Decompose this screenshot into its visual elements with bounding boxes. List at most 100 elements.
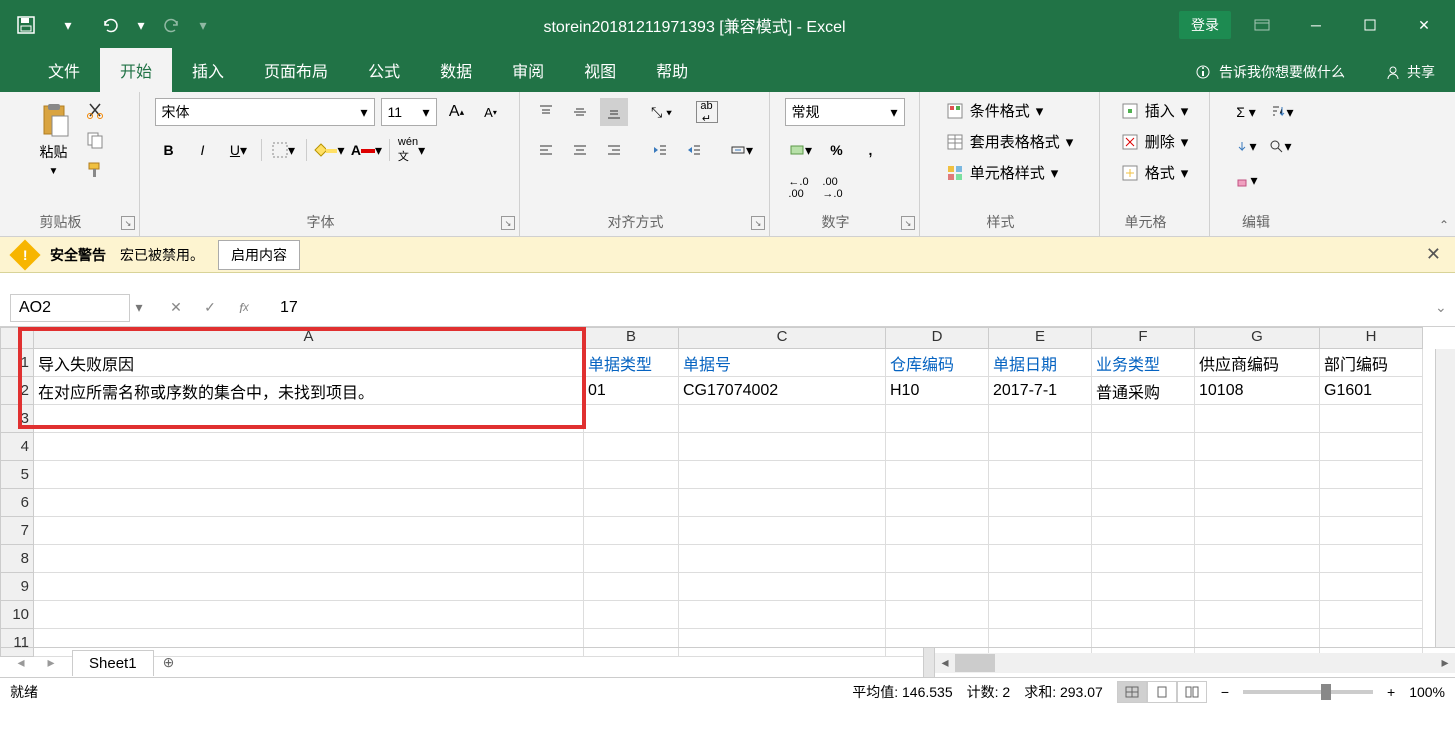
column-header[interactable]: G (1195, 327, 1320, 349)
cell[interactable] (989, 433, 1092, 461)
name-box-dropdown-icon[interactable]: ▾ (130, 299, 148, 316)
increase-indent-icon[interactable] (680, 136, 708, 164)
cell[interactable] (34, 573, 584, 601)
cell[interactable] (679, 433, 886, 461)
collapse-ribbon-icon[interactable]: ⌃ (1439, 218, 1449, 232)
sheet-nav-prev-icon[interactable]: ◂ (8, 652, 34, 674)
tab-审阅[interactable]: 审阅 (492, 48, 564, 92)
cell[interactable] (679, 489, 886, 517)
cell[interactable] (1320, 461, 1423, 489)
share-button[interactable]: 共享 (1365, 52, 1455, 92)
cell[interactable] (989, 489, 1092, 517)
enter-formula-icon[interactable]: ✓ (198, 296, 222, 320)
horizontal-scrollbar[interactable]: ◂▸ (935, 653, 1455, 673)
cell[interactable] (989, 517, 1092, 545)
row-header[interactable]: 9 (0, 573, 34, 601)
cell[interactable] (34, 405, 584, 433)
align-middle-icon[interactable] (566, 98, 594, 126)
cell[interactable] (584, 517, 679, 545)
format-cells-button[interactable]: 格式 ▾ (1117, 160, 1193, 185)
cell[interactable] (679, 573, 886, 601)
cell[interactable] (1195, 461, 1320, 489)
cell[interactable] (1092, 489, 1195, 517)
increase-decimal-icon[interactable]: ←.0.00 (785, 174, 813, 202)
align-top-icon[interactable] (532, 98, 560, 126)
format-painter-icon[interactable] (82, 158, 108, 182)
autosum-icon[interactable]: Σ ▾ (1232, 98, 1260, 126)
qat-dropdown-icon[interactable]: ▾ (50, 10, 86, 40)
column-header[interactable]: A (34, 327, 584, 349)
cell[interactable] (679, 545, 886, 573)
format-as-table-button[interactable]: 套用表格格式 ▾ (942, 129, 1078, 154)
dialog-launcher-icon[interactable]: ↘ (121, 216, 135, 230)
find-select-icon[interactable]: ▾ (1266, 132, 1294, 160)
cell[interactable] (886, 601, 989, 629)
cell[interactable] (1320, 489, 1423, 517)
column-header[interactable]: E (989, 327, 1092, 349)
cell[interactable] (34, 601, 584, 629)
row-header[interactable]: 2 (0, 377, 34, 405)
shrink-font-icon[interactable]: A▾ (477, 98, 505, 126)
align-left-icon[interactable] (532, 136, 560, 164)
sort-filter-icon[interactable]: ▾ (1266, 98, 1298, 126)
cell[interactable] (1092, 461, 1195, 489)
undo-icon[interactable] (92, 10, 128, 40)
paste-button[interactable]: 粘贴 ▼ (32, 98, 76, 181)
delete-cells-button[interactable]: 删除 ▾ (1117, 129, 1193, 154)
cell[interactable] (584, 545, 679, 573)
cell[interactable] (1320, 601, 1423, 629)
tab-视图[interactable]: 视图 (564, 48, 636, 92)
vertical-scrollbar[interactable] (1435, 349, 1455, 647)
cell[interactable] (584, 461, 679, 489)
cell[interactable]: H10 (886, 377, 989, 405)
align-center-icon[interactable] (566, 136, 594, 164)
enable-content-button[interactable]: 启用内容 (218, 240, 300, 270)
cell[interactable]: 业务类型 (1092, 349, 1195, 377)
cell-styles-button[interactable]: 单元格样式 ▾ (942, 160, 1063, 185)
cell[interactable] (34, 461, 584, 489)
column-header[interactable]: B (584, 327, 679, 349)
cell[interactable]: G1601 (1320, 377, 1423, 405)
cell[interactable] (1195, 573, 1320, 601)
italic-button[interactable]: I (189, 136, 217, 164)
cell[interactable] (1092, 545, 1195, 573)
currency-button[interactable]: ▾ (785, 136, 817, 164)
cell[interactable] (989, 601, 1092, 629)
row-header[interactable]: 1 (0, 349, 34, 377)
cell[interactable] (886, 433, 989, 461)
minimize-icon[interactable]: ─ (1293, 10, 1339, 40)
sheet-tab[interactable]: Sheet1 (72, 650, 154, 676)
cell[interactable] (584, 601, 679, 629)
dialog-launcher-icon[interactable]: ↘ (901, 216, 915, 230)
cell[interactable] (679, 601, 886, 629)
cell[interactable] (679, 405, 886, 433)
cell[interactable] (1092, 517, 1195, 545)
tab-帮助[interactable]: 帮助 (636, 48, 708, 92)
font-size-select[interactable]: 11▾ (381, 98, 437, 126)
row-header[interactable]: 8 (0, 545, 34, 573)
tell-me-input[interactable]: 告诉我你想要做什么 (1175, 52, 1365, 92)
cell[interactable] (886, 573, 989, 601)
save-icon[interactable] (8, 10, 44, 40)
cell[interactable] (1092, 433, 1195, 461)
decrease-indent-icon[interactable] (646, 136, 674, 164)
fill-color-button[interactable]: ▾ (313, 136, 345, 164)
cell[interactable] (584, 489, 679, 517)
redo-icon[interactable] (154, 10, 190, 40)
borders-button[interactable]: ▾ (268, 136, 300, 164)
cell[interactable] (1092, 601, 1195, 629)
cell[interactable] (1195, 601, 1320, 629)
cell[interactable] (1092, 573, 1195, 601)
select-all-corner[interactable] (0, 327, 34, 349)
cell[interactable]: 部门编码 (1320, 349, 1423, 377)
name-box[interactable]: AO2 (10, 294, 130, 322)
undo-dropdown-icon[interactable]: ▾ (134, 10, 148, 40)
page-break-view-icon[interactable] (1177, 681, 1207, 703)
wrap-text-icon[interactable]: ab↵ (696, 101, 718, 123)
cell[interactable]: 10108 (1195, 377, 1320, 405)
cell[interactable]: 供应商编码 (1195, 349, 1320, 377)
insert-function-icon[interactable]: fx (232, 296, 256, 320)
phonetic-button[interactable]: wén文 ▾ (396, 136, 428, 164)
expand-formula-bar-icon[interactable]: ⌄ (1435, 299, 1455, 316)
cell[interactable] (679, 461, 886, 489)
